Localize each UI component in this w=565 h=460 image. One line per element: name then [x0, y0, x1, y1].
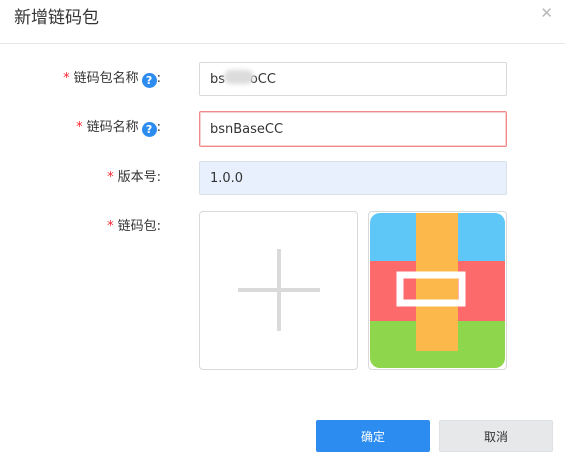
package-label: * 链码包:: [107, 217, 161, 237]
chaincode-name-input[interactable]: [199, 111, 507, 147]
dialog-header: 新增链码包 ✕: [0, 0, 565, 44]
archive-file-icon: [370, 213, 505, 368]
label-text: 链码包: [117, 219, 157, 234]
dialog: 新增链码包 ✕ *链码包名称?: *链码名称?: *版本号: *链码包:: [0, 0, 565, 460]
confirm-button[interactable]: 确定: [316, 420, 430, 452]
required-mark: *: [107, 170, 114, 185]
version-label: * 版本号:: [107, 168, 161, 188]
label-text: 链码包名称: [73, 71, 139, 86]
form-row-version: * 版本号:: [0, 161, 565, 195]
required-mark: *: [76, 120, 83, 135]
label-colon: :: [156, 219, 161, 234]
label-text: 版本号: [117, 170, 157, 185]
label-colon: :: [156, 120, 161, 135]
form-row-chaincode-name: * 链码名称?:: [0, 111, 565, 147]
required-mark: *: [63, 71, 70, 86]
redacted-blur: [224, 70, 254, 84]
package-name-label: * 链码包名称?:: [63, 69, 161, 89]
package-preview[interactable]: [368, 211, 507, 370]
version-input[interactable]: [199, 161, 507, 195]
help-icon[interactable]: ?: [141, 122, 157, 137]
upload-button[interactable]: [199, 211, 358, 370]
form-row-package-name: * 链码包名称?:: [0, 62, 565, 96]
cancel-button[interactable]: 取消: [439, 420, 553, 452]
dialog-title: 新增链码包: [14, 8, 99, 28]
chaincode-name-label: * 链码名称?:: [76, 118, 161, 138]
label-text: 链码名称: [86, 120, 139, 135]
required-mark: *: [107, 219, 114, 234]
label-colon: :: [156, 170, 161, 185]
label-colon: :: [156, 71, 161, 86]
close-icon[interactable]: ✕: [540, 4, 553, 22]
help-icon[interactable]: ?: [141, 73, 157, 88]
